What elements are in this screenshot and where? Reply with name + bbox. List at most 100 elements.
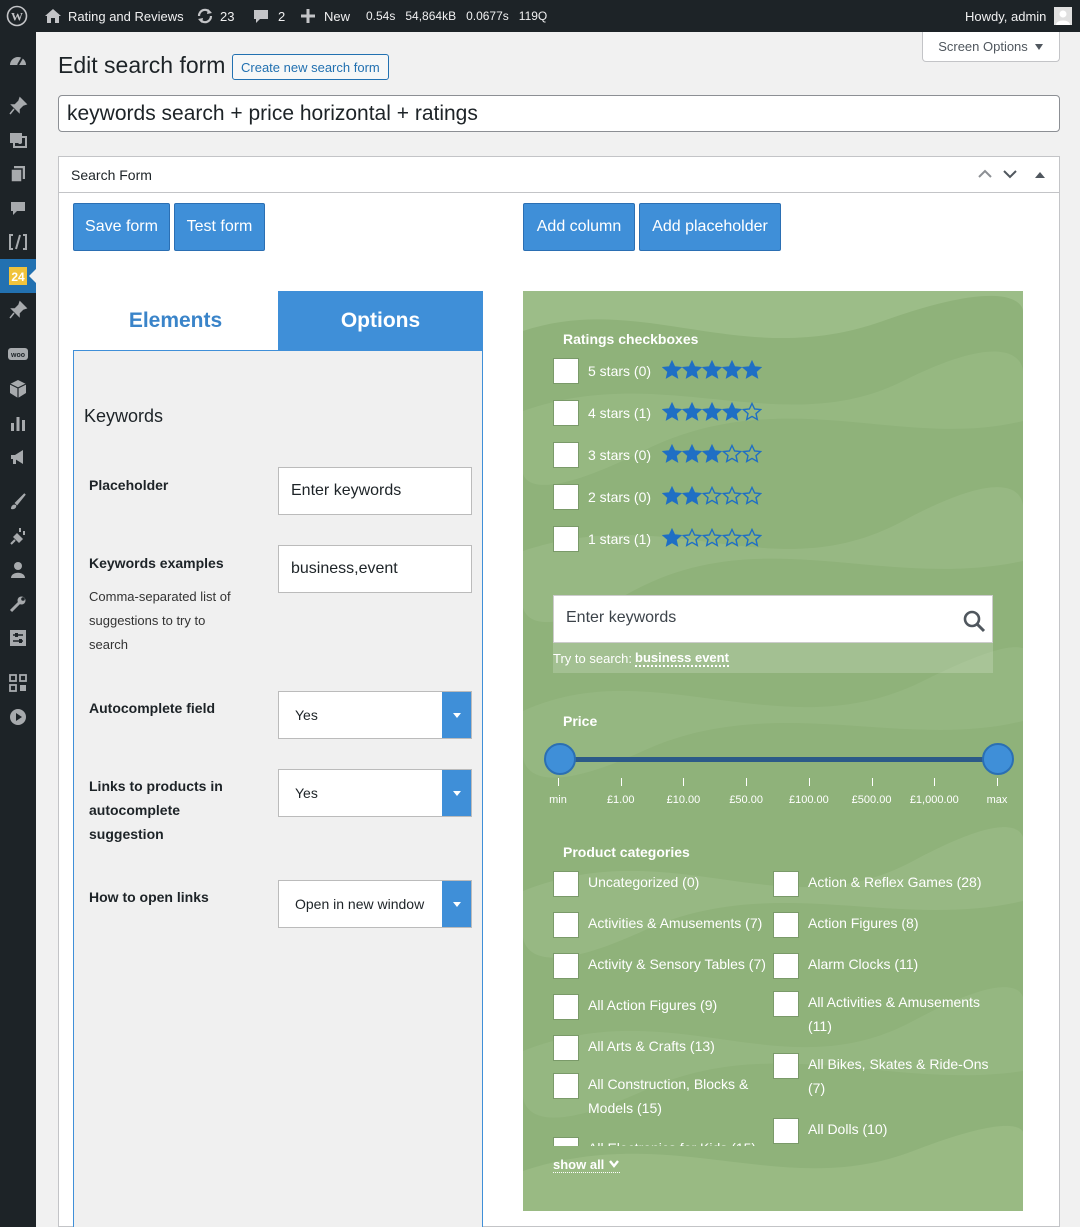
media-icon[interactable] (0, 123, 36, 157)
screen-options-button[interactable]: Screen Options (922, 32, 1060, 62)
pin-icon[interactable] (0, 293, 36, 327)
rating-label: 1 stars (1) (588, 531, 652, 547)
qr-grid-icon[interactable] (0, 666, 36, 700)
price-tick-label: min (549, 794, 567, 806)
price-tick-label: £1.00 (606, 794, 635, 806)
placeholder-input[interactable]: Enter keywords (278, 467, 472, 515)
show-all-link[interactable]: show all (553, 1157, 621, 1173)
category-label: Activities & Amusements (7) (588, 911, 773, 935)
price-tick (620, 778, 622, 786)
comment-icon (252, 7, 270, 25)
dropdown-arrow-icon[interactable] (442, 692, 471, 738)
test-form-button[interactable]: Test form (174, 203, 265, 251)
category-checkbox[interactable] (553, 871, 579, 897)
category-label-line: Activity & Sensory Tables (7) (588, 956, 766, 972)
tools-wrench-icon[interactable] (0, 587, 36, 621)
tab-elements[interactable]: Elements (73, 291, 278, 350)
rating-checkbox[interactable] (553, 400, 579, 426)
users-icon[interactable] (0, 553, 36, 587)
refresh-icon (196, 7, 214, 25)
keywords-examples-input[interactable]: business,event (278, 545, 472, 593)
category-checkbox[interactable] (773, 912, 799, 938)
analytics-icon[interactable] (0, 406, 36, 440)
toggle-panel-icon[interactable] (1034, 168, 1046, 184)
woocommerce-icon[interactable]: woo (0, 338, 36, 372)
category-checkbox[interactable] (553, 1035, 579, 1061)
price-slider-max-handle[interactable] (982, 743, 1014, 775)
my-account-link[interactable]: Howdy, admin (965, 0, 1073, 32)
try-to-search-bar: Try to search: business event (553, 643, 993, 673)
add-column-button[interactable]: Add column (523, 203, 635, 251)
plugins-icon[interactable] (0, 519, 36, 553)
star-empty-icon (701, 485, 723, 511)
rating-checkbox[interactable] (553, 526, 579, 552)
star-filled-icon (661, 401, 683, 427)
dropdown-arrow-icon[interactable] (442, 770, 471, 816)
save-form-button[interactable]: Save form (73, 203, 170, 251)
category-label: All Construction, Blocks & Models (15) (588, 1072, 773, 1120)
play-icon[interactable] (0, 700, 36, 734)
svg-text:24: 24 (11, 270, 25, 284)
star-empty-icon (701, 527, 723, 553)
updates-link[interactable]: 23 (196, 0, 234, 32)
autocomplete-label: Autocomplete field (89, 700, 216, 716)
price-tick-label: £10.00 (666, 794, 701, 806)
create-new-search-form-button[interactable]: Create new search form (232, 54, 389, 80)
wordpress-logo-icon[interactable]: W (6, 0, 28, 32)
category-label: All Bikes, Skates & Ride-Ons (7) (808, 1052, 1008, 1100)
settings-sliders-icon[interactable] (0, 621, 36, 655)
star-empty-icon (741, 485, 763, 511)
links-to-products-select[interactable]: Yes (278, 769, 472, 817)
pages-icon[interactable] (0, 157, 36, 191)
category-label-line: Action & Reflex Games (28) (808, 874, 982, 890)
how-to-open-links-label: How to open links (89, 889, 209, 905)
site-name-link[interactable]: Rating and Reviews (44, 0, 184, 32)
move-down-icon[interactable] (1002, 166, 1018, 185)
category-checkbox[interactable] (773, 991, 799, 1017)
category-checkbox[interactable] (773, 1053, 799, 1079)
add-placeholder-button[interactable]: Add placeholder (639, 203, 781, 251)
comments-icon[interactable] (0, 191, 36, 225)
form-title-input[interactable]: keywords search + price horizontal + rat… (58, 95, 1060, 132)
category-label-line: (11) (808, 1018, 832, 1034)
tab-options[interactable]: Options (278, 291, 483, 350)
star-filled-icon (721, 401, 743, 427)
category-label: Alarm Clocks (11) (808, 952, 1008, 976)
category-checkbox[interactable] (553, 953, 579, 979)
marketing-megaphone-icon[interactable] (0, 440, 36, 474)
dashboard-icon[interactable] (0, 44, 36, 78)
preview-keyword-search-input[interactable]: Enter keywords (553, 595, 993, 643)
category-checkbox[interactable] (773, 1118, 799, 1144)
how-to-open-links-select[interactable]: Open in new window (278, 880, 472, 928)
category-checkbox[interactable] (553, 994, 579, 1020)
star-empty-icon (721, 527, 743, 553)
appearance-brush-icon[interactable] (0, 485, 36, 519)
rating-checkbox[interactable] (553, 358, 579, 384)
new-content-link[interactable]: New (300, 0, 350, 32)
star-empty-icon (721, 443, 743, 469)
dropdown-arrow-icon[interactable] (442, 881, 471, 927)
category-checkbox[interactable] (553, 1073, 579, 1099)
products-box-icon[interactable] (0, 372, 36, 406)
price-slider-track[interactable] (560, 757, 998, 762)
category-label-line: All Bikes, Skates & Ride-Ons (808, 1056, 989, 1072)
rating-checkbox[interactable] (553, 442, 579, 468)
posts-pin-icon[interactable] (0, 89, 36, 123)
category-checkbox[interactable] (773, 953, 799, 979)
search-icon[interactable] (962, 609, 986, 638)
star-filled-icon (661, 485, 683, 511)
autocomplete-select[interactable]: Yes (278, 691, 472, 739)
category-checkbox[interactable] (553, 1137, 579, 1146)
code-snippets-icon[interactable] (0, 225, 36, 259)
query-monitor-stats[interactable]: 0.54s 54,864kB 0.0677s 119Q (366, 0, 547, 32)
comments-link[interactable]: 2 (252, 0, 285, 32)
rating-label: 4 stars (1) (588, 405, 652, 421)
move-up-icon[interactable] (977, 166, 993, 185)
try-search-suggestion-link[interactable]: business event (635, 650, 729, 667)
category-checkbox[interactable] (553, 912, 579, 938)
category-checkbox[interactable] (773, 871, 799, 897)
avatar (1054, 7, 1073, 25)
price-slider-min-handle[interactable] (544, 743, 576, 775)
category-label: All Arts & Crafts (13) (588, 1034, 773, 1058)
rating-checkbox[interactable] (553, 484, 579, 510)
